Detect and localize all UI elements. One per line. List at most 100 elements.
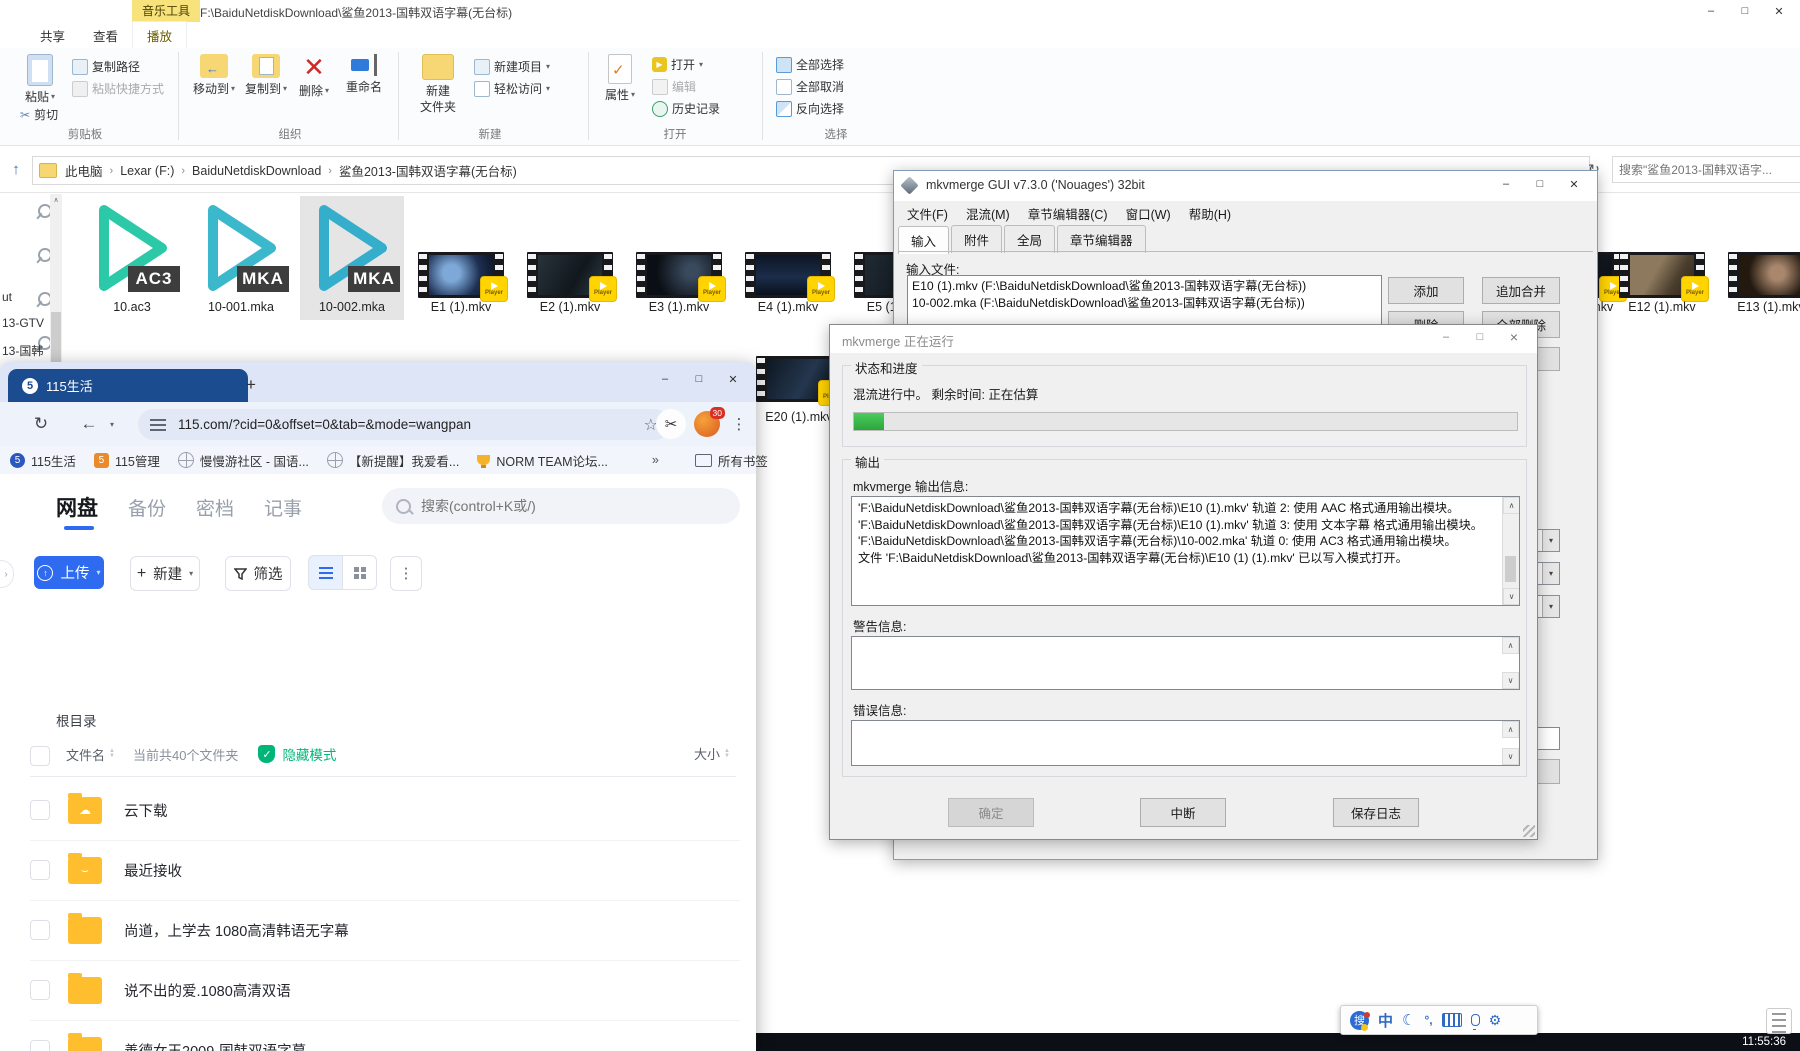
site-settings-icon[interactable] xyxy=(150,419,166,431)
upload-button[interactable]: ↑ 上传 ▾ xyxy=(34,556,104,589)
maximize-button[interactable]: □ xyxy=(1523,173,1557,195)
bookmarks-overflow-icon[interactable]: » xyxy=(652,453,659,467)
output-scrollbar[interactable]: ∧ ∨ xyxy=(1502,497,1519,605)
folder-row[interactable]: 说不出的爱.1080高清双语 xyxy=(30,960,740,1021)
ime-settings-gear-icon[interactable]: ⚙ xyxy=(1489,1012,1502,1029)
paste-shortcut-button[interactable]: 粘贴快捷方式 xyxy=(72,80,164,97)
tab-wangpan[interactable]: 网盘 xyxy=(56,492,98,522)
tab-notes[interactable]: 记事 xyxy=(264,494,302,521)
sogou-ime-icon[interactable]: 搜 xyxy=(1350,1011,1369,1030)
row-checkbox[interactable] xyxy=(30,860,50,880)
file-name[interactable]: E13 (1).mkv xyxy=(1711,300,1800,314)
list-view-button[interactable] xyxy=(308,555,343,590)
select-all-checkbox[interactable] xyxy=(30,746,50,766)
menu-file[interactable]: 文件(F) xyxy=(898,201,957,226)
close-button[interactable]: × xyxy=(1497,326,1531,348)
minimize-button[interactable]: – xyxy=(648,368,682,390)
floating-widget-icon[interactable] xyxy=(1766,1008,1792,1034)
tab-vault[interactable]: 密档 xyxy=(196,494,234,521)
new-tab-button[interactable]: + xyxy=(238,372,264,398)
cloud-search-input[interactable] xyxy=(419,497,673,515)
all-bookmarks-button[interactable]: 所有书签 xyxy=(695,451,768,470)
grid-view-button[interactable] xyxy=(343,555,377,590)
new-folder-button[interactable]: 新建 文件夹 xyxy=(412,54,464,115)
menu-muxing[interactable]: 混流(M) xyxy=(957,201,1019,226)
view-toggle[interactable] xyxy=(308,556,377,589)
punctuation-icon[interactable]: °, xyxy=(1424,1013,1432,1027)
minimize-button[interactable]: – xyxy=(1489,173,1523,195)
explorer-search-input[interactable] xyxy=(1612,156,1800,183)
tab-backup[interactable]: 备份 xyxy=(128,494,166,521)
add-button[interactable]: 添加 xyxy=(1388,277,1464,304)
folder-name[interactable]: 说不出的爱.1080高清双语 xyxy=(124,980,291,1001)
maximize-button[interactable]: □ xyxy=(682,368,716,390)
file-item[interactable]: Player xyxy=(1619,252,1705,298)
file-item-selected[interactable]: MKA xyxy=(308,200,396,296)
file-item[interactable] xyxy=(1728,252,1800,298)
file-name[interactable]: E4 (1).mkv xyxy=(728,300,848,314)
close-button[interactable]: ✕ xyxy=(1557,173,1591,195)
edit-button[interactable]: 编辑 xyxy=(652,78,696,95)
save-log-button[interactable]: 保存日志 xyxy=(1333,798,1419,827)
nav-item-partial[interactable]: ut xyxy=(2,290,12,304)
select-all-button[interactable]: 全部选择 xyxy=(776,56,844,73)
rename-button[interactable]: 重命名 xyxy=(338,54,390,95)
contextual-tab-music-tools[interactable]: 音乐工具 xyxy=(132,0,200,22)
extension-icon[interactable]: 30 xyxy=(694,411,720,437)
cut-button[interactable]: ✂ 剪切 xyxy=(20,106,58,123)
file-name[interactable]: 10-002.mka xyxy=(292,300,412,314)
move-to-button[interactable]: ← 移动到▾ xyxy=(190,54,238,97)
root-dir-label[interactable]: 根目录 xyxy=(56,710,97,730)
browser-tab[interactable]: 5 115生活 xyxy=(8,369,248,402)
scroll-up-icon[interactable]: ∧ xyxy=(50,194,62,206)
folder-name[interactable]: 尚道，上学去 1080高清韩语无字幕 xyxy=(124,920,349,941)
tab-view[interactable]: 查看 xyxy=(79,22,132,49)
ok-button[interactable]: 确定 xyxy=(948,798,1034,827)
scroll-down-icon[interactable]: ∨ xyxy=(1503,588,1520,605)
invert-selection-button[interactable]: 反向选择 xyxy=(776,100,844,117)
sort-icon[interactable]: ▲▼ xyxy=(109,749,115,759)
menu-window[interactable]: 窗口(W) xyxy=(1117,201,1180,226)
folder-row[interactable]: ⌣ 最近接收 xyxy=(30,840,740,901)
folder-name[interactable]: 云下载 xyxy=(124,800,168,821)
minimize-button[interactable]: – xyxy=(1694,0,1728,22)
row-checkbox[interactable] xyxy=(30,920,50,940)
voice-input-icon[interactable] xyxy=(1471,1014,1480,1026)
errors-box[interactable]: ∧ ∨ xyxy=(851,720,1520,766)
row-checkbox[interactable] xyxy=(30,800,50,820)
file-item[interactable]: Player xyxy=(636,252,722,298)
filter-button[interactable]: 筛选 xyxy=(225,556,291,591)
chinese-mode-icon[interactable]: 中 xyxy=(1378,1010,1393,1031)
back-caret-icon[interactable]: ▾ xyxy=(106,416,118,432)
nav-item-partial[interactable]: 13-国韩 xyxy=(2,342,43,359)
nav-item-partial[interactable]: 13-GTV xyxy=(2,316,44,330)
mkv-tab-chapter-editor[interactable]: 章节编辑器 xyxy=(1057,225,1146,253)
back-button[interactable]: ← xyxy=(74,410,104,438)
file-name[interactable]: E1 (1).mkv xyxy=(401,300,521,314)
column-size[interactable]: 大小 xyxy=(694,744,720,763)
row-checkbox[interactable] xyxy=(30,1040,50,1051)
file-name[interactable]: E12 (1).mkv xyxy=(1602,300,1722,314)
bookmark-item[interactable]: NORM TEAM论坛... xyxy=(477,451,608,470)
bookmark-item[interactable]: 慢慢游社区 - 国语... xyxy=(178,451,309,470)
maximize-button[interactable]: □ xyxy=(1728,0,1762,22)
hidden-mode-toggle[interactable]: 隐藏模式 xyxy=(282,744,336,764)
abort-button[interactable]: 中断 xyxy=(1140,798,1226,827)
file-item[interactable]: MKA xyxy=(197,200,285,296)
folder-row[interactable]: 尚道，上学去 1080高清韩语无字幕 xyxy=(30,900,740,961)
copy-to-button[interactable]: 复制到▾ xyxy=(242,54,290,97)
minimize-button[interactable]: – xyxy=(1429,326,1463,348)
new-item-button[interactable]: 新建项目▾ xyxy=(474,58,550,75)
history-button[interactable]: 历史记录 xyxy=(652,100,720,117)
cloud-search-box[interactable] xyxy=(382,488,740,524)
file-item[interactable]: Player xyxy=(745,252,831,298)
scissors-extension-icon[interactable]: ✂ xyxy=(656,409,686,439)
scroll-up-icon[interactable]: ∧ xyxy=(1502,721,1519,738)
scroll-up-icon[interactable]: ∧ xyxy=(1502,637,1519,654)
input-file-row[interactable]: 10-002.mka (F:\BaiduNetdiskDownload\鲨鱼20… xyxy=(908,295,1381,312)
bookmark-item[interactable]: 【新提醒】我爱看... xyxy=(327,451,459,470)
file-name[interactable]: E2 (1).mkv xyxy=(510,300,630,314)
soft-keyboard-icon[interactable] xyxy=(1442,1013,1462,1027)
resize-grip[interactable] xyxy=(1523,825,1535,837)
folder-row[interactable]: 善德女王2009-国韩双语字幕 xyxy=(30,1020,740,1051)
